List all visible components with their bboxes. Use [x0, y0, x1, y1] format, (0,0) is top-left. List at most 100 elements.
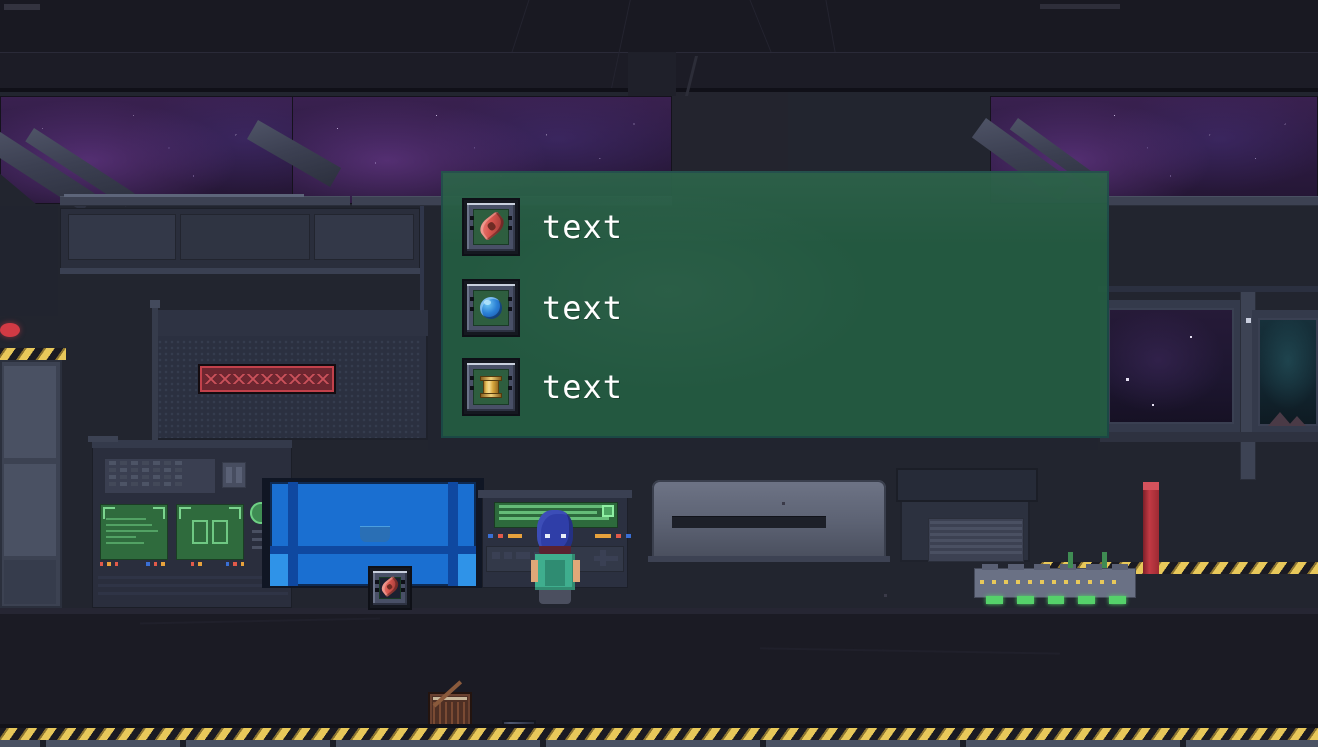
- keypad-key[interactable]: [164, 475, 171, 479]
- keypad-key[interactable]: [109, 468, 116, 472]
- keypad-key[interactable]: [153, 475, 160, 479]
- blue-gem-item-slot[interactable]: [462, 279, 520, 337]
- star-dot: [1126, 378, 1129, 381]
- screen-text-line: [106, 530, 158, 532]
- keypad-key[interactable]: [164, 461, 171, 465]
- console-screen-left[interactable]: [100, 504, 168, 560]
- machine-dot: [1004, 580, 1008, 584]
- keypad-key[interactable]: [120, 475, 127, 479]
- keypad-key[interactable]: [109, 461, 116, 465]
- led-red: [100, 562, 104, 566]
- red-pipe: [1143, 482, 1159, 574]
- keypad-key[interactable]: [109, 475, 116, 479]
- keypad[interactable]: [104, 458, 216, 494]
- led-blue: [225, 562, 230, 566]
- screen-corner: [153, 507, 165, 519]
- keypad-key[interactable]: [131, 475, 138, 479]
- slot-tick: [401, 588, 405, 592]
- screen-text-line: [106, 536, 136, 538]
- keypad-key[interactable]: [120, 468, 127, 472]
- keypad-key[interactable]: [142, 475, 149, 479]
- player-character[interactable]: [527, 510, 583, 606]
- window-bolt: [1246, 318, 1251, 323]
- machine-dot: [992, 580, 996, 584]
- panel-post-cap: [150, 300, 160, 308]
- machine-tooth: [982, 564, 998, 570]
- console-slider[interactable]: [594, 556, 618, 561]
- keypad-key[interactable]: [109, 482, 116, 486]
- machine-dot: [1100, 580, 1104, 584]
- machine-antenna-b: [1102, 552, 1107, 568]
- slot-tick: [508, 307, 512, 311]
- sill-highlight-left: [64, 194, 304, 197]
- keypad-key[interactable]: [175, 461, 182, 465]
- character-eye-left: [545, 534, 550, 538]
- trim-notch: [330, 740, 336, 747]
- red-gem-pickup[interactable]: [368, 566, 412, 610]
- door-light-left: [270, 554, 288, 586]
- keypad-key[interactable]: [131, 482, 138, 486]
- led-red: [153, 562, 158, 566]
- locker-door-upper[interactable]: [4, 366, 56, 458]
- slot-tick: [470, 307, 474, 311]
- keypad-key[interactable]: [164, 482, 171, 486]
- console-slider-knob[interactable]: [600, 550, 606, 566]
- machine-dot: [1028, 580, 1032, 584]
- red-hazard-warning-sign: [200, 366, 334, 392]
- shutter-vent[interactable]: [928, 518, 1024, 562]
- keypad-key[interactable]: [142, 468, 149, 472]
- keypad-key[interactable]: [120, 482, 127, 486]
- led-blue: [626, 534, 631, 538]
- keypad-key[interactable]: [142, 482, 149, 486]
- console-button[interactable]: [504, 552, 512, 559]
- keypad-key[interactable]: [120, 461, 127, 465]
- keypad-key[interactable]: [175, 468, 182, 472]
- red-gem-item-slot[interactable]: [462, 198, 520, 256]
- machine-tooth: [1086, 564, 1102, 570]
- locker-door-lower[interactable]: [4, 464, 56, 556]
- keypad-key[interactable]: [153, 468, 160, 472]
- keypad-key[interactable]: [153, 482, 160, 486]
- keypad-key[interactable]: [175, 482, 182, 486]
- dialog-row-3[interactable]: text: [462, 358, 623, 416]
- green-lit-conveyor-machine[interactable]: [974, 564, 1136, 598]
- console-screen-right[interactable]: [176, 504, 244, 560]
- gray-dispenser-machine[interactable]: [652, 480, 886, 558]
- keypad-key[interactable]: [131, 461, 138, 465]
- led-amber: [161, 562, 165, 566]
- screen-corner: [229, 507, 241, 519]
- slot-tick: [508, 297, 512, 301]
- dispenser-slot[interactable]: [672, 516, 826, 528]
- keypad-key[interactable]: [131, 468, 138, 472]
- planet-ridge-b: [1288, 416, 1306, 426]
- door-handle[interactable]: [360, 526, 390, 542]
- keypad-key[interactable]: [153, 461, 160, 465]
- item-reward-dialog[interactable]: text text text: [441, 171, 1109, 438]
- window-sill-right: [1108, 196, 1318, 206]
- console-bar: [98, 592, 288, 595]
- dialog-row-1[interactable]: text: [462, 198, 623, 256]
- keypad-key[interactable]: [175, 475, 182, 479]
- dialog-row-2-label: text: [542, 289, 624, 327]
- led-red: [233, 562, 237, 566]
- planet-ridge-a: [1268, 412, 1292, 426]
- keypad-key[interactable]: [142, 461, 149, 465]
- dialog-row-3-label: text: [542, 368, 624, 406]
- keypad-row: [109, 461, 216, 465]
- machine-dot: [980, 580, 984, 584]
- slot-tick: [470, 226, 474, 230]
- machine-tooth: [1008, 564, 1024, 570]
- keypad-key[interactable]: [164, 468, 171, 472]
- machine-base-trim: [648, 556, 890, 562]
- screen-text-line: [106, 542, 144, 544]
- door-mullion-right: [448, 482, 458, 586]
- machine-dot: [1076, 580, 1080, 584]
- trim-notch: [540, 740, 546, 747]
- machine-dot: [1112, 580, 1116, 584]
- machine-dot: [1040, 580, 1044, 584]
- storage-locker[interactable]: [0, 360, 62, 608]
- gold-spool-item-slot[interactable]: [462, 358, 520, 416]
- console-button[interactable]: [492, 552, 500, 559]
- dialog-row-2[interactable]: text: [462, 279, 623, 337]
- trim-notch: [40, 740, 46, 747]
